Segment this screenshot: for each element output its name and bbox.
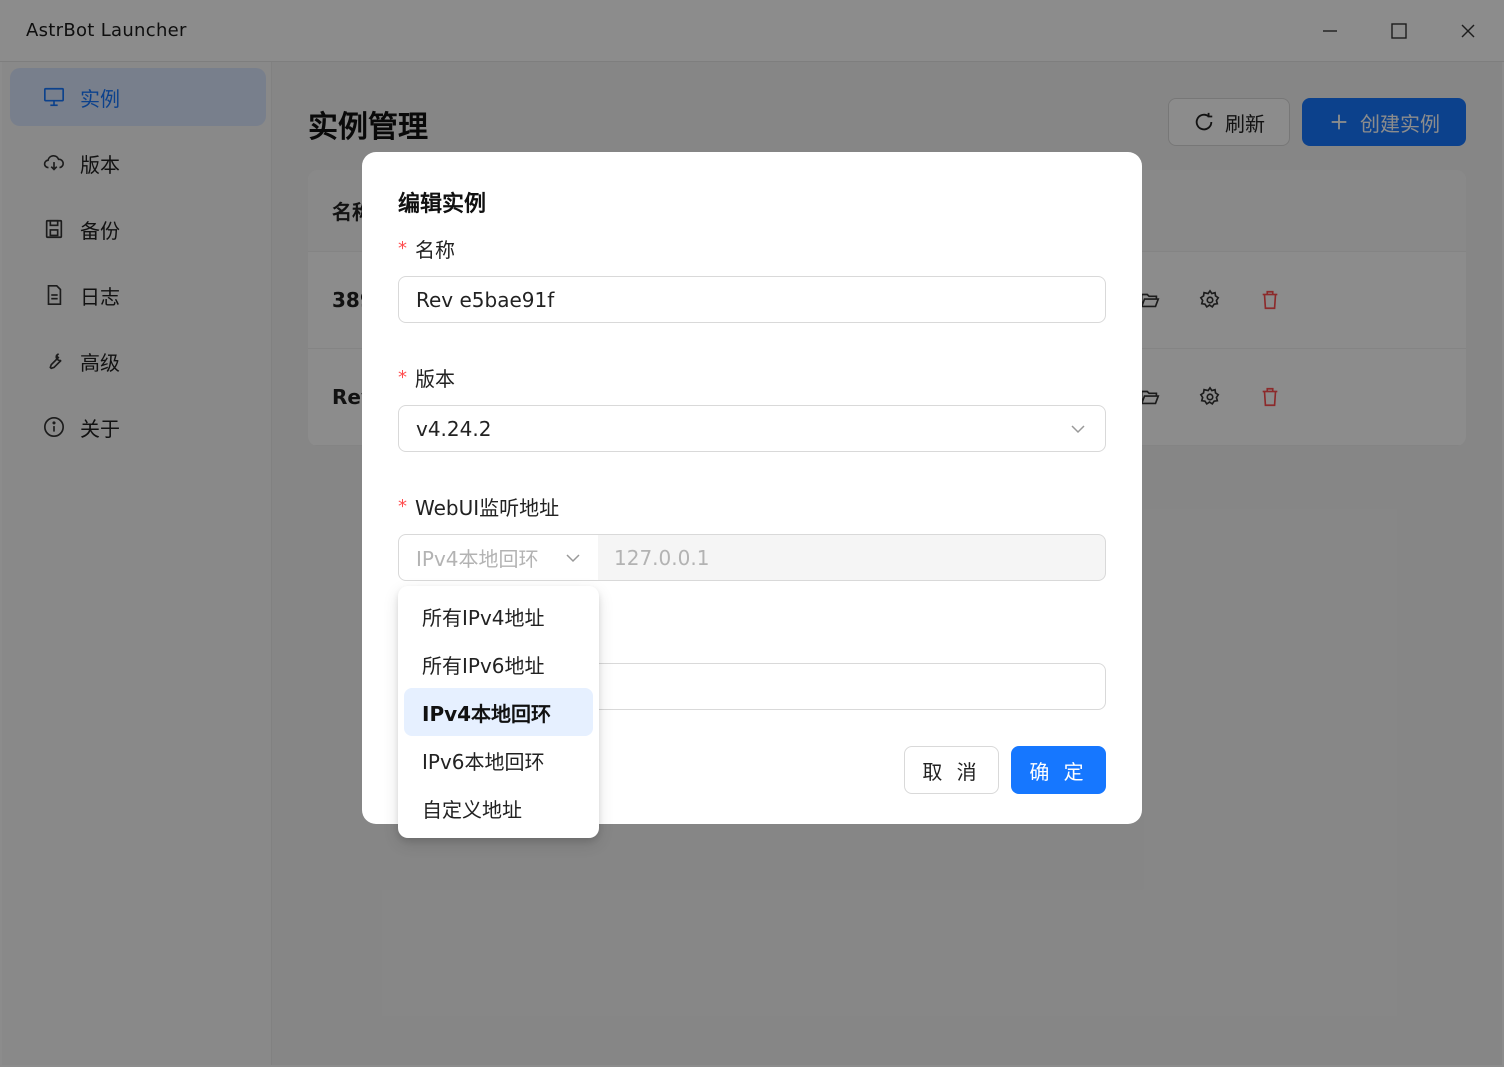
chevron-down-icon — [1069, 420, 1087, 438]
option-label: 所有IPv6地址 — [422, 653, 545, 678]
dropdown-option-custom[interactable]: 自定义地址 — [404, 784, 593, 832]
name-input[interactable]: Rev e5bae91f — [398, 276, 1106, 323]
address-type-dropdown: 所有IPv4地址 所有IPv6地址 IPv4本地回环 IPv6本地回环 自定义地… — [398, 586, 599, 838]
required-asterisk: * — [398, 367, 407, 388]
cancel-label: 取 消 — [922, 759, 981, 784]
name-label-text: 名称 — [415, 238, 455, 262]
name-field-label: * 名称 — [398, 234, 455, 263]
option-label: 所有IPv4地址 — [422, 605, 545, 630]
required-asterisk: * — [398, 496, 407, 517]
option-label: IPv6本地回环 — [422, 749, 545, 774]
option-label: 自定义地址 — [422, 797, 522, 822]
modal-title: 编辑实例 — [398, 192, 487, 217]
address-type-value: IPv4本地回环 — [416, 547, 539, 571]
option-label: IPv4本地回环 — [422, 701, 552, 726]
required-asterisk: * — [398, 238, 407, 259]
version-field-label: * 版本 — [398, 363, 455, 392]
confirm-button[interactable]: 确 定 — [1011, 746, 1106, 794]
version-label-text: 版本 — [415, 367, 455, 391]
address-input[interactable]: 127.0.0.1 — [598, 534, 1106, 581]
webui-address-field-label: * WebUI监听地址 — [398, 492, 559, 521]
webui-address-group: IPv4本地回环 127.0.0.1 — [398, 534, 1106, 581]
cancel-button[interactable]: 取 消 — [904, 746, 999, 794]
dropdown-option-all-ipv4[interactable]: 所有IPv4地址 — [404, 592, 593, 640]
name-input-value: Rev e5bae91f — [416, 287, 555, 312]
version-select[interactable]: v4.24.2 — [398, 405, 1106, 452]
dropdown-option-ipv6-loopback[interactable]: IPv6本地回环 — [404, 736, 593, 784]
dropdown-option-all-ipv6[interactable]: 所有IPv6地址 — [404, 640, 593, 688]
chevron-down-icon — [564, 549, 582, 567]
webui-label-text: WebUI监听地址 — [415, 496, 560, 520]
address-input-value: 127.0.0.1 — [614, 545, 710, 570]
dropdown-option-ipv4-loopback[interactable]: IPv4本地回环 — [404, 688, 593, 736]
version-select-value: v4.24.2 — [416, 416, 492, 441]
address-type-select[interactable]: IPv4本地回环 — [398, 534, 599, 581]
confirm-label: 确 定 — [1029, 759, 1088, 784]
